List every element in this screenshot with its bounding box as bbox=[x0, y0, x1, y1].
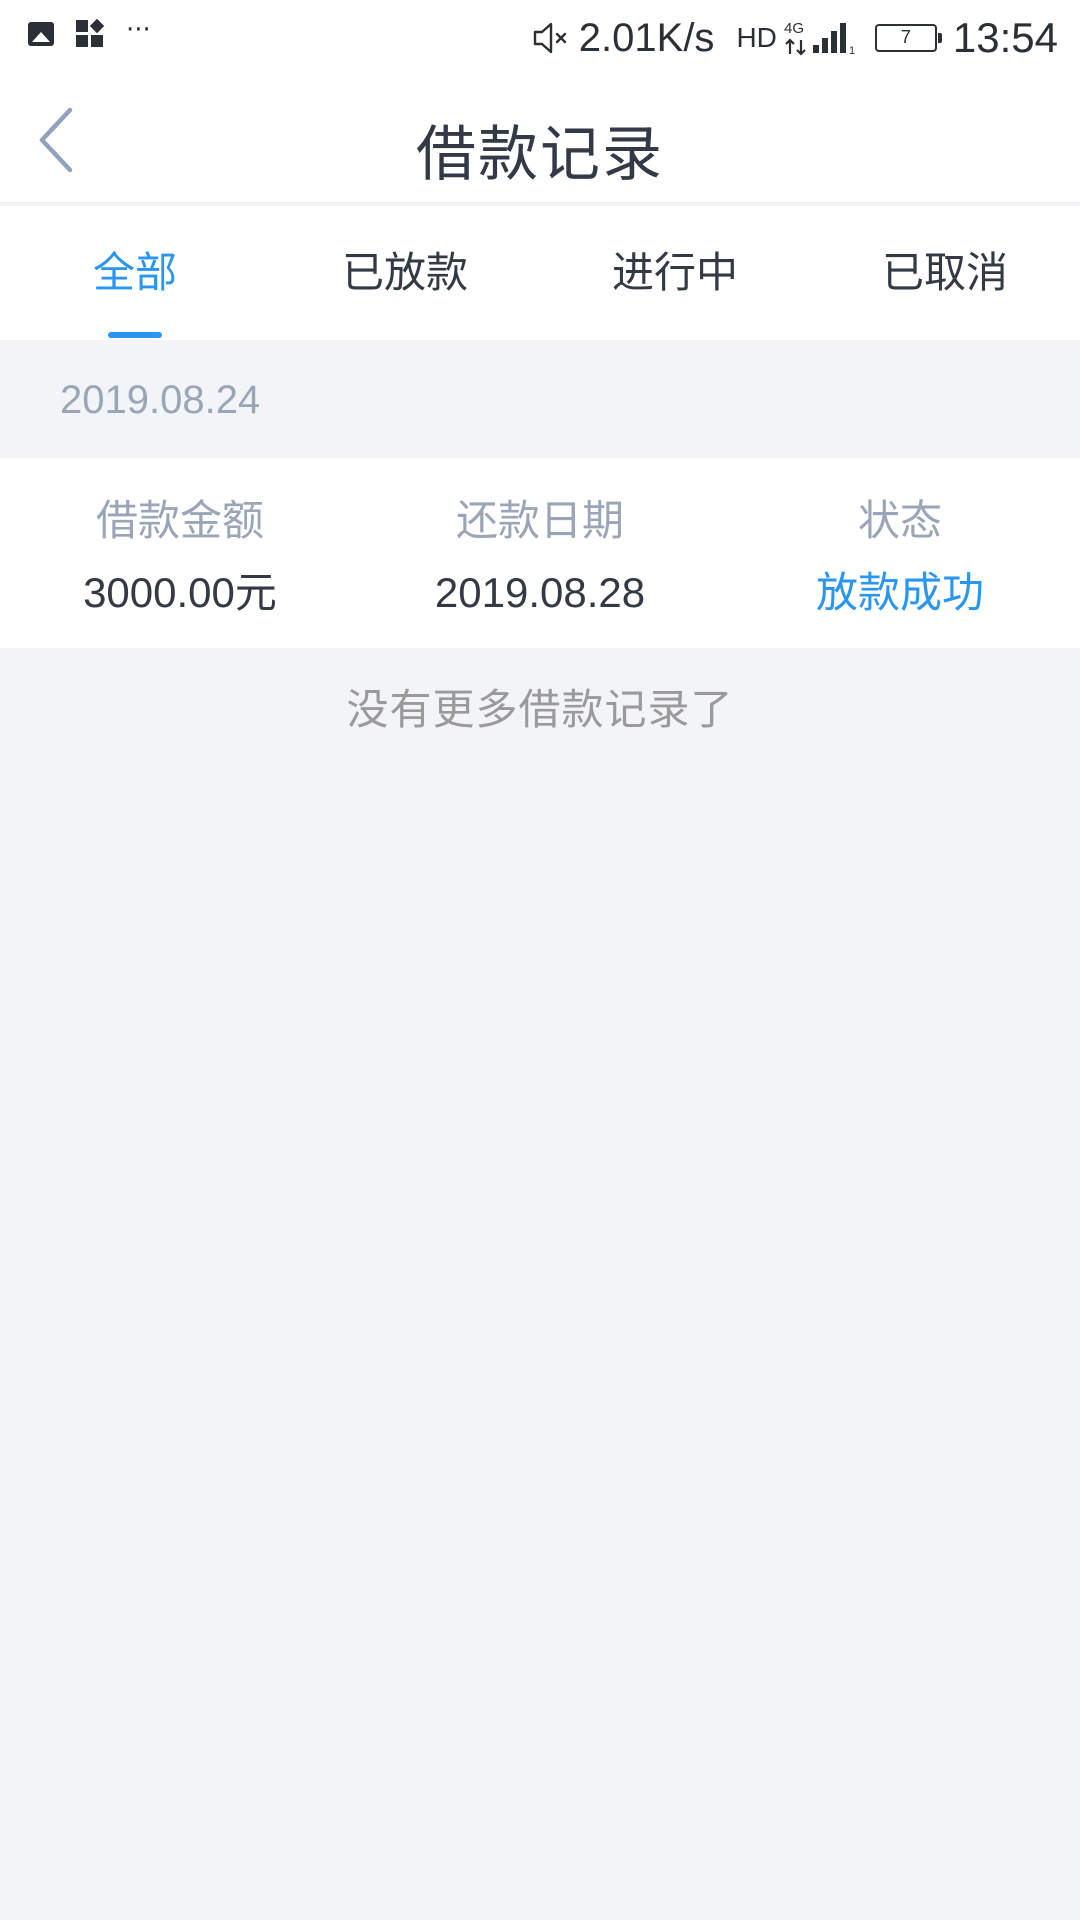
svg-text:1: 1 bbox=[849, 45, 855, 55]
app-header: 借款记录 bbox=[0, 76, 1080, 204]
tab-label: 全部 bbox=[92, 248, 177, 297]
active-tab-indicator bbox=[108, 332, 162, 338]
filter-tabs: 全部 已放款 进行中 已取消 bbox=[0, 206, 1080, 340]
battery-icon: 7 bbox=[874, 24, 942, 52]
network-speed: 2.01K/s bbox=[578, 15, 715, 60]
battery-level: 7 bbox=[900, 27, 911, 47]
tab-cancelled[interactable]: 已取消 bbox=[810, 206, 1080, 340]
status-bar-left: ··· bbox=[28, 15, 173, 48]
repayment-date-column: 还款日期 2019.08.28 bbox=[360, 458, 720, 648]
loan-amount-label: 借款金额 bbox=[95, 496, 264, 545]
repayment-date-label: 还款日期 bbox=[455, 496, 624, 545]
record-date: 2019.08.24 bbox=[60, 378, 261, 422]
svg-text:4G: 4G bbox=[784, 20, 804, 37]
no-more-records-text: 没有更多借款记录了 bbox=[346, 685, 734, 734]
loan-amount-value: 3000.00元 bbox=[83, 569, 277, 616]
signal-icon: 1 bbox=[812, 23, 855, 55]
apps-icon bbox=[76, 18, 105, 48]
tab-label: 已取消 bbox=[881, 248, 1008, 297]
gallery-icon bbox=[28, 22, 54, 46]
status-bar: ··· 2.01K/s HD 4G 1 7 13:54 bbox=[0, 0, 1080, 76]
status-column: 状态 放款成功 bbox=[720, 458, 1080, 648]
overflow-dots-icon: ··· bbox=[126, 15, 151, 45]
tab-in-progress[interactable]: 进行中 bbox=[540, 206, 810, 340]
tab-disbursed[interactable]: 已放款 bbox=[270, 206, 540, 340]
tab-all[interactable]: 全部 bbox=[0, 206, 270, 340]
hd-indicator: HD bbox=[736, 22, 777, 53]
status-label: 状态 bbox=[857, 496, 942, 545]
record-date-header: 2019.08.24 bbox=[0, 340, 1080, 458]
page-title: 借款记录 bbox=[416, 120, 664, 190]
tab-label: 已放款 bbox=[341, 248, 468, 297]
status-bar-right: 2.01K/s HD 4G 1 7 13:54 bbox=[531, 12, 1058, 64]
loan-amount-column: 借款金额 3000.00元 bbox=[0, 458, 360, 648]
status-time: 13:54 bbox=[952, 14, 1058, 61]
loan-record-item[interactable]: 借款金额 3000.00元 还款日期 2019.08.28 状态 放款成功 bbox=[0, 458, 1080, 648]
status-value: 放款成功 bbox=[815, 569, 984, 616]
tab-label: 进行中 bbox=[611, 248, 738, 297]
repayment-date-value: 2019.08.28 bbox=[434, 569, 646, 616]
mute-icon bbox=[533, 22, 566, 54]
network-4g-icon: 4G bbox=[784, 20, 806, 56]
